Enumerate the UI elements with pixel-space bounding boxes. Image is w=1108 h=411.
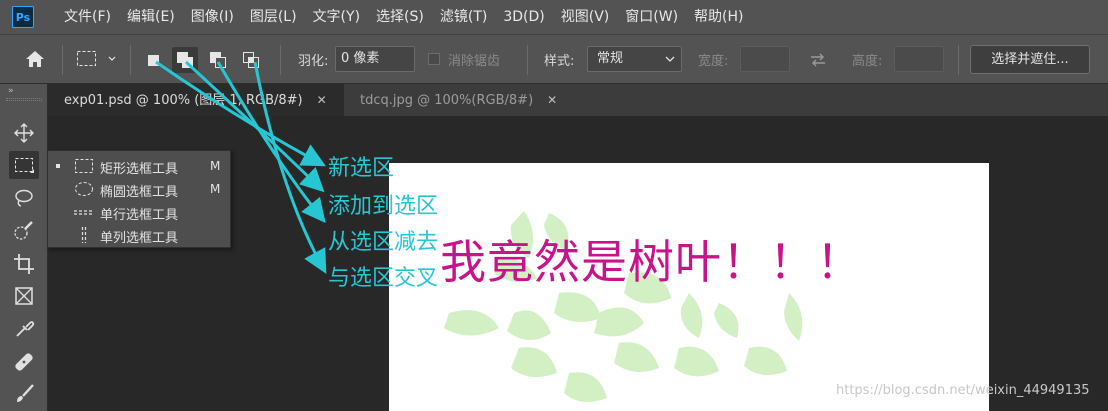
annotation-new-selection: 新选区: [328, 156, 395, 181]
annotation-add-to-selection: 添加到选区: [328, 194, 439, 219]
annotation-arrows: [155, 60, 327, 274]
annotation-subtract-from-selection: 从选区减去: [328, 230, 439, 255]
watermark-text: https://blog.csdn.net/weixin_44949135: [836, 383, 1090, 398]
annotation-intersect-with-selection: 与选区交叉: [328, 266, 439, 291]
